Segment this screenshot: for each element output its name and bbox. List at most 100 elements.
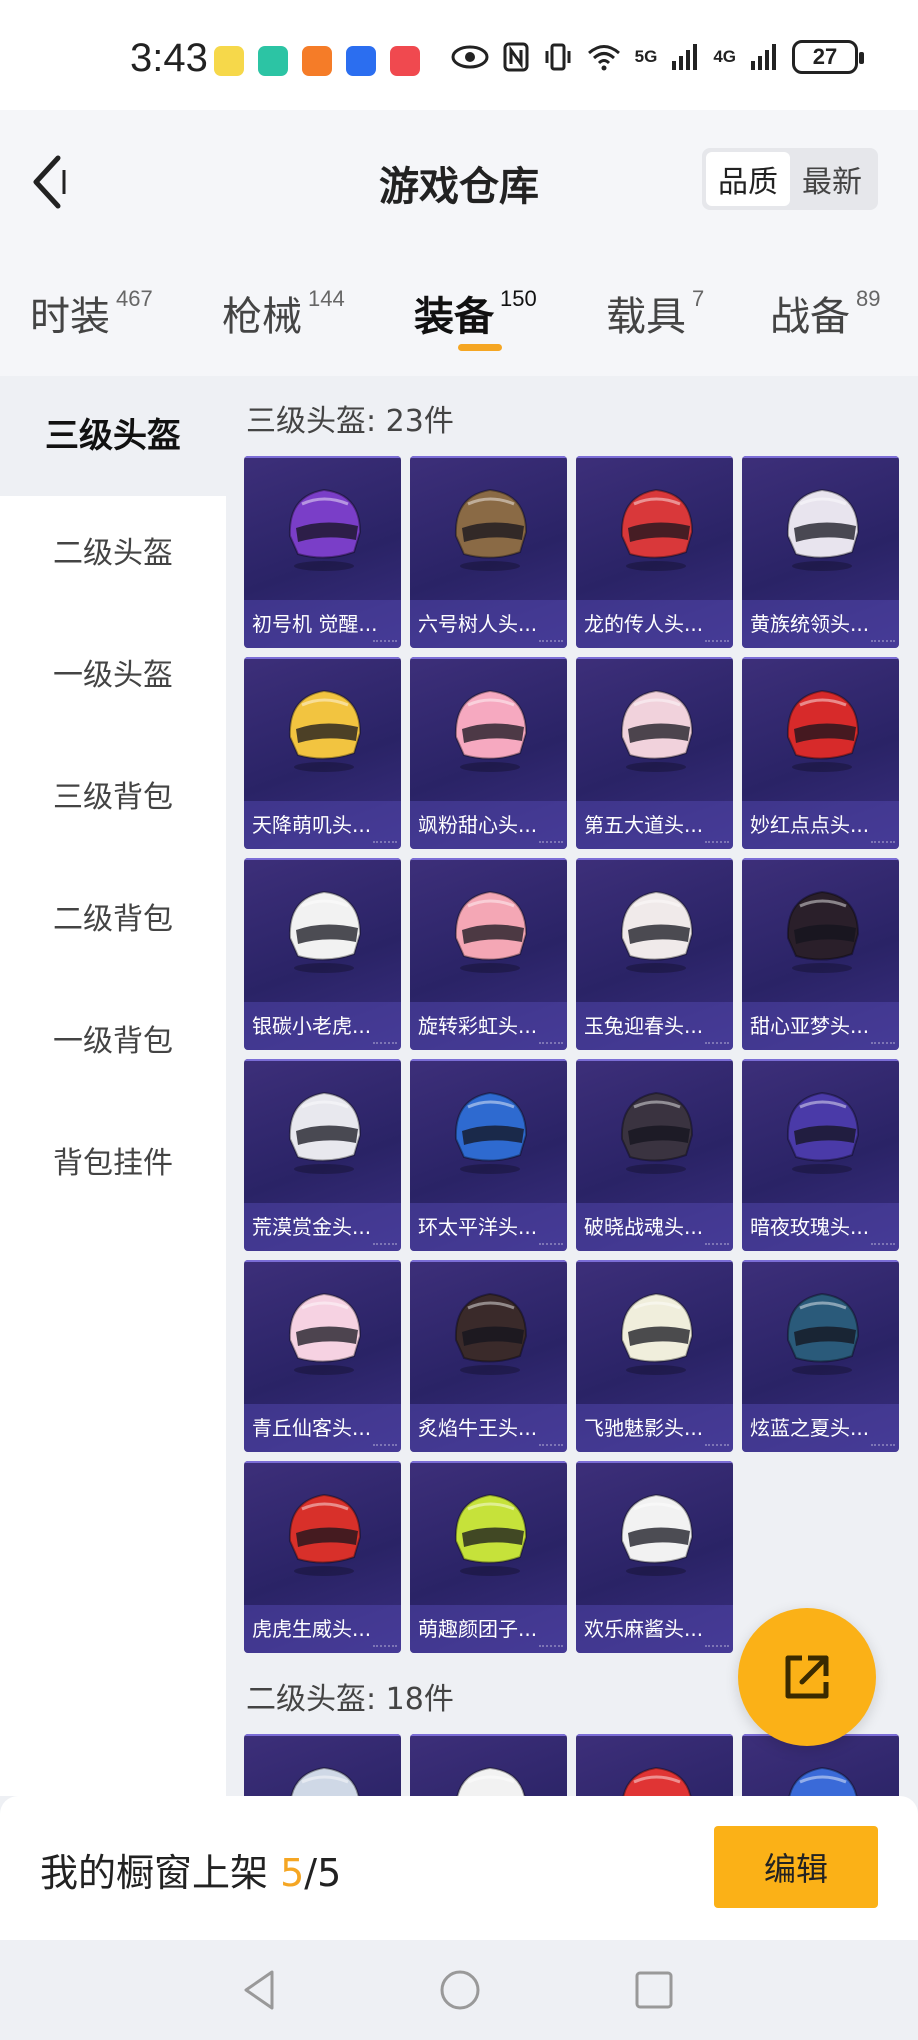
tab-gear[interactable]: 战备 89 (770, 284, 880, 342)
item-card[interactable]: 银碳小老虎... (244, 858, 401, 1050)
sidebar-item-level3-helmet[interactable]: 三级头盔 (0, 376, 226, 496)
tab-guns[interactable]: 枪械 144 (222, 284, 345, 342)
item-card[interactable]: 甜心亚梦头... (742, 858, 899, 1050)
network-label-1: 5G (634, 47, 658, 66)
tab-count: 150 (500, 286, 537, 311)
category-tabs: 时装 467 枪械 144 装备 150 载具 7 战备 89 (0, 250, 918, 376)
game-app-icon (214, 46, 244, 76)
item-card[interactable]: 初号机 觉醒... (244, 456, 401, 648)
signal-icon-2 (751, 44, 776, 70)
tab-equipment[interactable]: 装备 150 (414, 284, 537, 342)
tab-label: 时装 (30, 294, 110, 340)
item-name: 甜心亚梦头... (742, 1002, 899, 1050)
sort-toggle: 品质 最新 (702, 148, 878, 210)
sort-option-newest[interactable]: 最新 (790, 152, 874, 206)
nav-home-icon[interactable] (438, 1968, 482, 2012)
item-content: 三级头盔: 23件 初号机 觉醒... 六号树人头... 龙的传人头... 黄族统领头… (226, 376, 918, 1796)
video-app-icon (302, 46, 332, 76)
item-name: 龙的传人头... (576, 600, 733, 648)
status-time: 3:43 (130, 36, 208, 80)
share-icon (785, 1655, 829, 1699)
item-card[interactable]: 环太平洋头... (410, 1059, 567, 1251)
item-card[interactable]: 玉兔迎春头... (576, 858, 733, 1050)
item-card[interactable]: 暗夜玫瑰头... (742, 1059, 899, 1251)
item-card[interactable]: 炫蓝之夏头... (742, 1260, 899, 1452)
item-name: 环太平洋头... (410, 1203, 567, 1251)
item-card[interactable]: 天降萌叽头... (244, 657, 401, 849)
item-card[interactable]: 破晓战魂头... (576, 1059, 733, 1251)
item-name: 银碳小老虎... (244, 1002, 401, 1050)
item-card[interactable]: 第五大道头... (576, 657, 733, 849)
battery-indicator: 27 (792, 40, 864, 74)
nav-recents-icon[interactable] (632, 1968, 676, 2012)
item-grid: 初号机 觉醒... 六号树人头... 龙的传人头... 黄族统领头... 天降萌叽头..… (244, 456, 899, 1653)
tab-count: 144 (308, 286, 345, 311)
tab-fashion[interactable]: 时装 467 (30, 284, 153, 342)
item-card[interactable]: 飒粉甜心头... (410, 657, 567, 849)
tab-count: 89 (856, 286, 881, 311)
item-card[interactable] (576, 1734, 733, 1796)
item-card[interactable]: 荒漠赏金头... (244, 1059, 401, 1251)
item-name: 欢乐麻酱头... (576, 1605, 733, 1653)
battery-level: 27 (812, 44, 838, 69)
sidebar: 三级头盔 二级头盔 一级头盔 三级背包 二级背包 一级背包 背包挂件 (0, 376, 226, 1796)
item-name: 六号树人头... (410, 600, 567, 648)
sidebar-item-level1-helmet[interactable]: 一级头盔 (0, 650, 226, 694)
tab-label: 装备 (414, 294, 494, 340)
eye-icon (451, 45, 489, 69)
item-name: 第五大道头... (576, 801, 733, 849)
item-name: 天降萌叽头... (244, 801, 401, 849)
section-title: 三级头盔: 23件 (246, 404, 454, 439)
item-name: 初号机 觉醒... (244, 600, 401, 648)
showcase-count: 5 (280, 1851, 305, 1895)
nav-back-icon[interactable] (238, 1968, 282, 2012)
share-button[interactable] (738, 1608, 876, 1746)
item-name: 虎虎生威头... (244, 1605, 401, 1653)
item-card[interactable]: 炙焰牛王头... (410, 1260, 567, 1452)
item-card[interactable] (244, 1734, 401, 1796)
item-card[interactable]: 飞驰魅影头... (576, 1260, 733, 1452)
helmet-icon (288, 890, 362, 973)
showcase-total: /5 (304, 1851, 342, 1895)
showcase-label: 我的橱窗上架 (40, 1851, 269, 1895)
nfc-icon (503, 42, 529, 72)
item-name: 妙红点点头... (742, 801, 899, 849)
item-name: 飞驰魅影头... (576, 1404, 733, 1452)
item-card[interactable]: 欢乐麻酱头... (576, 1461, 733, 1653)
helmet-icon (290, 1766, 360, 1796)
helmet-icon (620, 1292, 694, 1375)
helmet-icon (786, 488, 860, 571)
item-card[interactable]: 龙的传人头... (576, 456, 733, 648)
helmet-icon (288, 689, 362, 772)
item-card[interactable] (410, 1734, 567, 1796)
edit-button[interactable]: 编辑 (714, 1826, 878, 1908)
tab-vehicles[interactable]: 载具 7 (606, 284, 704, 342)
sort-option-quality[interactable]: 品质 (706, 152, 790, 206)
tab-count: 467 (116, 286, 153, 311)
item-card[interactable]: 萌趣颜团子... (410, 1461, 567, 1653)
sidebar-item-level2-helmet[interactable]: 二级头盔 (0, 528, 226, 572)
helmet-icon (454, 890, 528, 973)
showcase-status: 我的橱窗上架 5/5 (40, 1842, 341, 1897)
sidebar-item-level3-backpack[interactable]: 三级背包 (0, 772, 226, 816)
item-name: 炫蓝之夏头... (742, 1404, 899, 1452)
signal-icon (672, 44, 698, 70)
item-name: 旋转彩虹头... (410, 1002, 567, 1050)
status-indicators: 5G 4G 27 (451, 40, 864, 74)
item-card[interactable]: 青丘仙客头... (244, 1260, 401, 1452)
sidebar-item-level2-backpack[interactable]: 二级背包 (0, 894, 226, 938)
helmet-icon (786, 689, 860, 772)
item-card[interactable]: 黄族统领头... (742, 456, 899, 648)
helmet-icon (456, 1766, 526, 1796)
item-name: 破晓战魂头... (576, 1203, 733, 1251)
item-card[interactable]: 旋转彩虹头... (410, 858, 567, 1050)
helmet-icon (620, 1493, 694, 1576)
tab-count: 7 (692, 286, 705, 311)
sidebar-item-backpack-charm[interactable]: 背包挂件 (0, 1138, 226, 1182)
wifi-icon (587, 45, 620, 71)
network-label-2: 4G (713, 47, 736, 66)
sidebar-item-level1-backpack[interactable]: 一级背包 (0, 1016, 226, 1060)
item-card[interactable]: 六号树人头... (410, 456, 567, 648)
item-card[interactable]: 虎虎生威头... (244, 1461, 401, 1653)
item-card[interactable]: 妙红点点头... (742, 657, 899, 849)
